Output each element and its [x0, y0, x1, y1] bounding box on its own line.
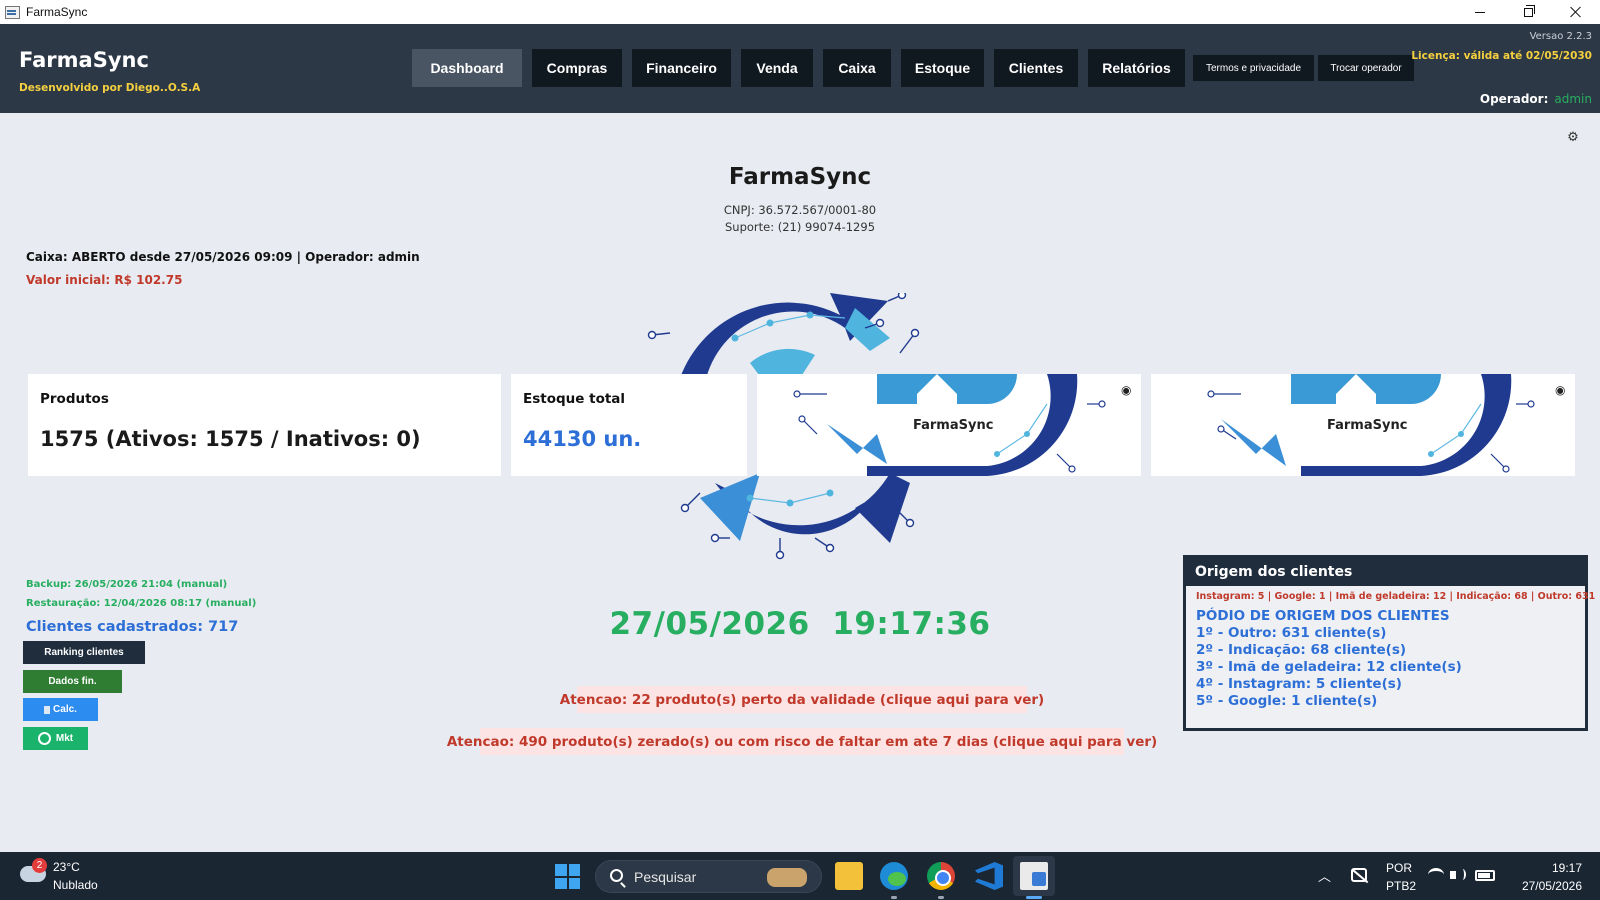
- calculator-icon: [44, 705, 51, 714]
- window-titlebar: FarmaSync: [0, 0, 1600, 24]
- caixa-status: Caixa: ABERTO desde 27/05/2026 09:09 | O…: [26, 250, 420, 264]
- podium-item: 3º - Imã de geladeira: 12 cliente(s): [1196, 659, 1462, 675]
- weather-notification-badge: 2: [32, 858, 47, 873]
- banner-farmasync-2: FarmaSync ◉: [1151, 374, 1575, 476]
- operator-label: Operador:: [1479, 92, 1549, 106]
- eye-icon[interactable]: ◉: [1555, 383, 1565, 397]
- volume-icon[interactable]: [1450, 868, 1466, 882]
- operator-info: Operador: admin: [1480, 92, 1592, 106]
- window-controls: [1456, 0, 1600, 24]
- current-time: 19:17:36: [832, 606, 991, 642]
- vscode-icon[interactable]: [975, 862, 1003, 890]
- company-support-phone: Suporte: (21) 99074-1295: [724, 220, 876, 234]
- farmasync-app-icon[interactable]: [1020, 862, 1048, 890]
- alert-validade[interactable]: Atencao: 22 produto(s) perto da validade…: [560, 686, 1044, 713]
- app-header: FarmaSync Desenvolvido por Diego..O.S.A …: [0, 24, 1600, 113]
- card-produtos-value: 1575 (Ativos: 1575 / Inativos: 0): [40, 427, 421, 451]
- active-app-indicator: [1026, 896, 1042, 899]
- brand-title: FarmaSync: [19, 48, 149, 72]
- camera-off-icon[interactable]: [1351, 868, 1367, 882]
- client-origin-title: Origem dos clientes: [1186, 558, 1585, 586]
- alert-zerados[interactable]: Atencao: 490 produto(s) zerado(s) ou com…: [447, 728, 1157, 755]
- whatsapp-icon: [37, 732, 51, 745]
- weather-condition: Nublado: [53, 878, 98, 892]
- nav-financeiro[interactable]: Financeiro: [632, 49, 731, 87]
- card-estoque-value: 44130 un.: [523, 427, 642, 451]
- app-version: Versao 2.2.3: [1529, 31, 1592, 42]
- client-origin-summary: Instagram: 5 | Google: 1 | Imã de gelade…: [1196, 591, 1596, 602]
- marketing-button[interactable]: Mkt: [23, 727, 88, 750]
- calculator-label: Calc.: [53, 704, 77, 715]
- podium-item: 1º - Outro: 631 cliente(s): [1196, 625, 1387, 641]
- windows-start-icon[interactable]: [555, 864, 580, 889]
- minimize-button[interactable]: [1456, 0, 1504, 24]
- operator-name: admin: [1554, 92, 1592, 106]
- search-placeholder: Pesquisar: [634, 869, 697, 885]
- nav-clientes[interactable]: Clientes: [994, 49, 1078, 87]
- window-title: FarmaSync: [26, 5, 88, 19]
- nav-venda[interactable]: Venda: [741, 49, 813, 87]
- restore-icon: [1523, 4, 1535, 17]
- app-window-icon: [4, 4, 20, 20]
- card-produtos-label: Produtos: [40, 391, 109, 407]
- company-cnpj: CNPJ: 36.572.567/0001-80: [723, 203, 877, 217]
- nav-caixa[interactable]: Caixa: [823, 49, 891, 87]
- ranking-clientes-button[interactable]: Ranking clientes: [23, 641, 145, 664]
- battery-icon[interactable]: [1475, 870, 1495, 881]
- podium-title: PÓDIO DE ORIGEM DOS CLIENTES: [1196, 608, 1450, 624]
- current-date: 27/05/2026: [609, 606, 810, 642]
- tray-time[interactable]: 19:17: [1552, 861, 1582, 875]
- nav-compras[interactable]: Compras: [532, 49, 622, 87]
- calculator-button[interactable]: Calc.: [23, 698, 98, 721]
- client-origin-panel: Origem dos clientes Instagram: 5 | Googl…: [1183, 555, 1596, 731]
- tray-language[interactable]: POR: [1386, 861, 1412, 875]
- search-highlight-icon: [767, 868, 807, 887]
- tray-date[interactable]: 27/05/2026: [1522, 879, 1582, 893]
- tray-expand-chevron-icon[interactable]: ︿: [1318, 866, 1331, 885]
- running-indicator: [891, 896, 897, 899]
- registered-clients-count: Clientes cadastrados: 717: [26, 619, 239, 635]
- nav-termos-privacidade[interactable]: Termos e privacidade: [1193, 55, 1314, 81]
- search-icon: [610, 869, 623, 882]
- close-button[interactable]: [1552, 0, 1600, 24]
- restore-button[interactable]: [1504, 0, 1552, 24]
- nav-trocar-operador[interactable]: Trocar operador: [1318, 55, 1414, 81]
- banner-1-title: FarmaSync: [913, 418, 994, 433]
- windows-taskbar: 2 23°C Nublado Pesquisar ︿ POR PTB2 19:1…: [0, 852, 1600, 900]
- nav-dashboard[interactable]: Dashboard: [412, 49, 522, 87]
- dados-financeiros-button[interactable]: Dados fin.: [23, 670, 122, 693]
- podium-item: 2º - Indicação: 68 cliente(s): [1196, 642, 1407, 658]
- podium-item: 4º - Instagram: 5 cliente(s): [1196, 676, 1402, 692]
- current-datetime: 27/05/2026 19:17:36: [600, 606, 1000, 642]
- tray-keyboard-layout[interactable]: PTB2: [1386, 879, 1416, 893]
- brand-subtitle: Desenvolvido por Diego..O.S.A: [19, 82, 201, 94]
- close-icon: [1570, 6, 1582, 18]
- eye-icon[interactable]: ◉: [1121, 383, 1131, 397]
- marketing-label: Mkt: [55, 733, 74, 744]
- card-produtos: Produtos 1575 (Ativos: 1575 / Inativos: …: [28, 374, 501, 476]
- podium-item: 5º - Google: 1 cliente(s): [1196, 693, 1378, 709]
- edge-browser-icon[interactable]: [880, 862, 908, 890]
- settings-gear-icon[interactable]: ⚙: [1566, 131, 1580, 145]
- minimize-icon: [1475, 11, 1485, 13]
- taskbar-search[interactable]: Pesquisar: [595, 860, 822, 893]
- wifi-icon[interactable]: [1428, 868, 1444, 882]
- running-indicator: [938, 896, 944, 899]
- company-name: FarmaSync: [728, 164, 872, 190]
- backup-info: Backup: 26/05/2026 21:04 (manual): [26, 579, 228, 590]
- nav-relatorios[interactable]: Relatórios: [1088, 49, 1185, 87]
- license-status: Licença: válida até 02/05/2030: [1411, 50, 1592, 62]
- nav-estoque[interactable]: Estoque: [901, 49, 984, 87]
- weather-temperature: 23°C: [53, 860, 80, 874]
- banner-2-title: FarmaSync: [1327, 418, 1408, 433]
- chrome-browser-icon[interactable]: [927, 862, 955, 890]
- file-explorer-icon[interactable]: [835, 862, 863, 890]
- caixa-valor-inicial: Valor inicial: R$ 102.75: [26, 273, 183, 287]
- restore-info: Restauração: 12/04/2026 08:17 (manual): [26, 598, 257, 609]
- banner-farmasync-1: FarmaSync ◉: [757, 374, 1141, 476]
- card-estoque-total: Estoque total 44130 un.: [511, 374, 747, 476]
- card-estoque-label: Estoque total: [523, 391, 626, 407]
